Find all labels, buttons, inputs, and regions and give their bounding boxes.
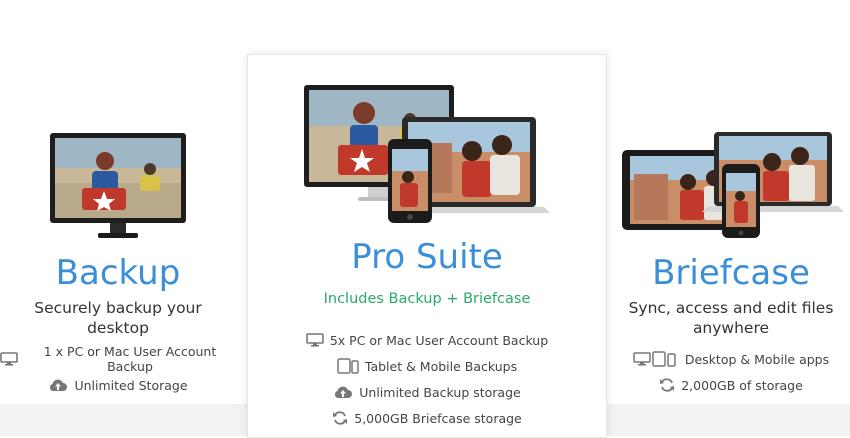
plan-briefcase[interactable]: Briefcase Sync, access and edit files an… [612,0,850,436]
feature-item: 1 x PC or Mac User Account Backup [0,344,236,374]
cloud-upload-icon [333,385,353,399]
plan-subtitle-line2: anywhere [692,319,770,337]
plan-subtitle: Securely backup your desktop [0,298,236,338]
feature-list: 5x PC or Mac User Account Backup Tablet … [248,327,606,431]
plan-subtitle-line1: Sync, access and edit files [628,299,834,317]
cloud-upload-icon [48,378,68,392]
feature-text: Desktop & Mobile apps [684,351,830,367]
feature-text: 2,000GB of storage [681,377,803,393]
plan-includes-text: Includes Backup + Briefcase [323,291,531,307]
plan-subtitle-line1: Securely backup your [34,299,202,317]
feature-text: Unlimited Storage [74,377,188,393]
monitor-icon [0,352,18,366]
feature-item: Tablet & Mobile Backups [248,353,606,379]
desktop-monitor-image [50,133,186,238]
pro-suite-devices-image [304,85,550,223]
plan-title: Backup [55,253,181,293]
feature-text: 5,000GB Briefcase storage [354,410,522,426]
feature-item: 5x PC or Mac User Account Backup [248,327,606,353]
plan-pro-suite[interactable]: Pro Suite Includes Backup + Briefcase 5x… [247,54,607,438]
monitor-icon [306,333,324,347]
sync-icon [659,377,675,393]
feature-item: 5,000GB Briefcase storage [248,405,606,431]
feature-text: 5x PC or Mac User Account Backup [329,332,549,348]
briefcase-devices-image [622,132,844,238]
feature-list: 1 x PC or Mac User Account Backup Unlimi… [0,344,236,398]
sync-icon [332,410,348,426]
feature-item: Unlimited Backup storage [248,379,606,405]
plan-title: Pro Suite [351,237,503,277]
feature-text: 1 x PC or Mac User Account Backup [43,344,217,374]
feature-text: Unlimited Backup storage [359,384,521,400]
feature-text: Tablet & Mobile Backups [364,358,518,374]
feature-item: 2,000GB of storage [612,372,850,398]
feature-item: Unlimited Storage [0,372,236,398]
tablet-phone-icon [337,358,359,374]
plan-title: Briefcase [652,253,810,293]
plan-subtitle: Sync, access and edit files anywhere [612,298,850,338]
feature-item: Desktop & Mobile apps [612,346,850,372]
devices-icon [633,351,679,367]
plan-backup[interactable]: Backup Securely backup your desktop 1 x … [0,0,236,436]
feature-list: Desktop & Mobile apps 2,000GB of storage [612,346,850,398]
plan-subtitle-line2: desktop [87,319,149,337]
